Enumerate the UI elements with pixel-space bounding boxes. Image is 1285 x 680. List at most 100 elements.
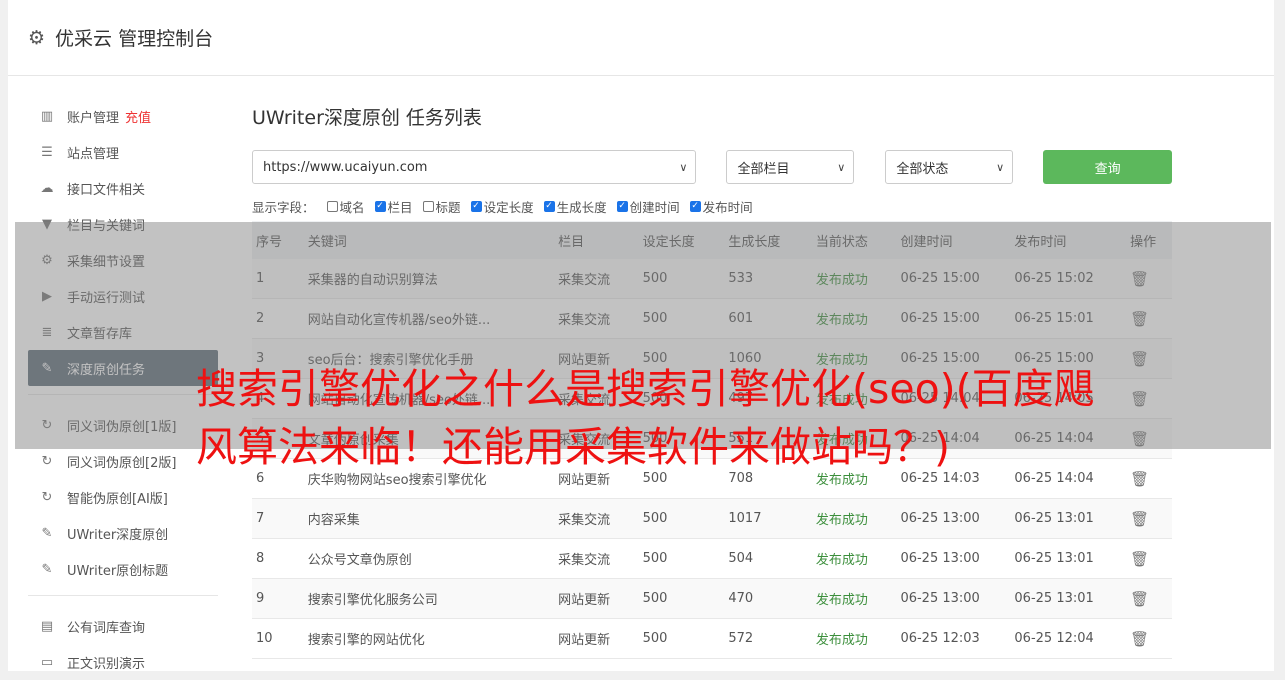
query-button[interactable]: 查询 xyxy=(1043,150,1172,184)
table-cell: 8 xyxy=(252,538,304,579)
sidebar-item[interactable]: ☰ 站点管理 xyxy=(28,134,218,170)
refresh-icon: ↻ xyxy=(41,489,53,505)
table-cell: 内容采集 xyxy=(303,498,555,539)
checkbox-checked-icon: ✓ xyxy=(543,200,555,212)
header: ⚙ 优采云 管理控制台 xyxy=(8,0,1274,76)
table-cell: 06-25 13:00 xyxy=(896,538,1011,579)
bar-chart-icon: ▥ xyxy=(40,108,54,124)
table-cell: 06-25 12:03 xyxy=(896,618,1011,659)
trash-icon[interactable]: 🗑 xyxy=(1130,510,1149,528)
field-checkbox-label: 发布时间 xyxy=(702,199,753,215)
table-cell: 500 xyxy=(638,538,725,579)
table-cell: 06-25 13:01 xyxy=(1010,578,1127,619)
table-cell: 500 xyxy=(638,498,725,539)
site-select-value: https://www.ucaiyun.com xyxy=(263,159,428,175)
sidebar-item-label: UWriter原创标题 xyxy=(67,563,169,579)
field-checkbox[interactable]: 标题 xyxy=(422,197,461,216)
field-checkbox[interactable]: ✓ 创建时间 xyxy=(616,197,680,216)
display-fields: 显示字段： 域名 ✓ 栏目 标题 ✓ 设定长度 ✓ 生成长度 ✓ 创建时间 ✓ 发布时间 xyxy=(252,196,1172,216)
table-cell: 504 xyxy=(724,538,812,579)
table-cell: 06-25 12:04 xyxy=(1010,618,1127,659)
table-cell: 1017 xyxy=(724,498,812,539)
checkbox-checked-icon: ✓ xyxy=(374,200,386,212)
checkbox-checked-icon: ✓ xyxy=(616,200,628,212)
table-cell: 公众号文章伪原创 xyxy=(303,538,555,579)
table-row: 8 公众号文章伪原创 采集交流 500 504 发布成功 06-25 13:00 06-25 … xyxy=(252,538,1172,579)
trash-icon[interactable]: 🗑 xyxy=(1130,630,1149,648)
table-row: 7 内容采集 采集交流 500 1017 发布成功 06-25 13:00 06-25 13:… xyxy=(252,498,1172,539)
sidebar-item-label: 站点管理 xyxy=(67,146,120,162)
sidebar-item-label: 接口文件相关 xyxy=(67,182,146,198)
chevron-down-icon: ∨ xyxy=(679,160,688,174)
table-cell: 发布成功 xyxy=(811,618,897,659)
sidebar-item[interactable]: ▥ 账户管理 充值 xyxy=(28,98,218,134)
field-checkbox[interactable]: 域名 xyxy=(326,197,365,216)
table-cell: 🗑 xyxy=(1126,498,1172,539)
sidebar-item[interactable]: ✎ UWriter深度原创 xyxy=(28,515,218,551)
table-cell: 470 xyxy=(724,578,812,619)
sidebar-item-label: UWriter深度原创 xyxy=(67,527,169,543)
field-checkbox[interactable]: ✓ 生成长度 xyxy=(543,197,607,216)
status-select-value: 全部状态 xyxy=(896,161,949,177)
checkbox-checked-icon: ✓ xyxy=(689,200,701,212)
trash-icon[interactable]: 🗑 xyxy=(1130,550,1149,568)
sidebar-item[interactable]: ✎ UWriter原创标题 xyxy=(28,551,218,587)
table-cell: 500 xyxy=(638,578,725,619)
table-cell: 发布成功 xyxy=(811,578,897,619)
column-select[interactable]: 全部栏目 ∨ xyxy=(726,150,855,184)
table-cell: 7 xyxy=(252,498,304,539)
table-cell: 06-25 13:00 xyxy=(896,498,1011,539)
checkbox-checked-icon: ✓ xyxy=(470,200,482,212)
sidebar-item[interactable]: ↻ 智能伪原创[AI版] xyxy=(28,479,218,515)
checkbox-unchecked-icon xyxy=(422,200,434,212)
chevron-down-icon: ∨ xyxy=(837,160,846,174)
field-checkbox-label: 域名 xyxy=(339,199,365,215)
site-select[interactable]: https://www.ucaiyun.com ∨ xyxy=(252,150,697,184)
page-title: UWriter深度原创 任务列表 xyxy=(252,107,482,129)
table-cell: 🗑 xyxy=(1126,458,1172,499)
table-cell: 发布成功 xyxy=(811,498,897,539)
sidebar-item[interactable]: ☁ 接口文件相关 xyxy=(28,170,218,206)
monitor-icon: ▭ xyxy=(40,654,54,670)
filter-bar: https://www.ucaiyun.com ∨ 全部栏目 ∨ 全部状态 ∨ … xyxy=(252,150,1172,184)
sidebar-item-label: 账户管理 xyxy=(67,110,120,126)
table-cell: 9 xyxy=(252,578,304,619)
table-cell: 搜索引擎优化服务公司 xyxy=(303,578,555,619)
field-checkbox[interactable]: ✓ 设定长度 xyxy=(470,197,534,216)
table-cell: 网站更新 xyxy=(554,578,639,619)
table-cell: 10 xyxy=(252,618,304,659)
sidebar-item-label: 智能伪原创[AI版] xyxy=(67,491,168,507)
table-cell: 06-25 13:01 xyxy=(1010,538,1127,579)
table-cell: 🗑 xyxy=(1126,538,1172,579)
sidebar-item-label: 公有词库查询 xyxy=(67,620,146,636)
cloud-upload-icon: ☁ xyxy=(40,180,54,196)
trash-icon[interactable]: 🗑 xyxy=(1130,590,1149,608)
sidebar-item-label: 正文识别演示 xyxy=(67,656,146,672)
field-checkbox-label: 设定长度 xyxy=(483,199,534,215)
refresh-icon: ↻ xyxy=(41,453,53,469)
display-fields-label: 显示字段： xyxy=(252,199,315,215)
sidebar-item[interactable]: ▤ 公有词库查询 xyxy=(28,608,218,644)
field-checkbox[interactable]: ✓ 栏目 xyxy=(374,197,413,216)
table-cell: 采集交流 xyxy=(554,498,639,539)
table-cell: 572 xyxy=(724,618,812,659)
recharge-link[interactable]: 充值 xyxy=(125,107,151,126)
field-checkbox[interactable]: ✓ 发布时间 xyxy=(689,197,753,216)
table-cell: 发布成功 xyxy=(811,538,897,579)
gear-icon: ⚙ xyxy=(28,26,46,49)
trash-icon[interactable]: 🗑 xyxy=(1130,470,1149,488)
edit-icon: ✎ xyxy=(41,561,53,577)
sidebar-item[interactable]: ▭ 正文识别演示 xyxy=(28,644,218,680)
status-select[interactable]: 全部状态 ∨ xyxy=(885,150,1014,184)
chevron-down-icon: ∨ xyxy=(996,160,1005,174)
server-icon: ☰ xyxy=(41,144,53,160)
field-checkbox-label: 生成长度 xyxy=(556,199,607,215)
app-title: 优采云 管理控制台 xyxy=(55,28,214,50)
table-cell: 采集交流 xyxy=(554,538,639,579)
book-icon: ▤ xyxy=(40,618,54,634)
table-cell: 06-25 13:00 xyxy=(896,578,1011,619)
table-row: 9 搜索引擎优化服务公司 网站更新 500 470 发布成功 06-25 13:00 06-2… xyxy=(252,578,1172,619)
field-checkbox-label: 创建时间 xyxy=(629,199,680,215)
column-select-value: 全部栏目 xyxy=(737,161,790,177)
table-cell: 搜索引擎的网站优化 xyxy=(303,618,555,659)
